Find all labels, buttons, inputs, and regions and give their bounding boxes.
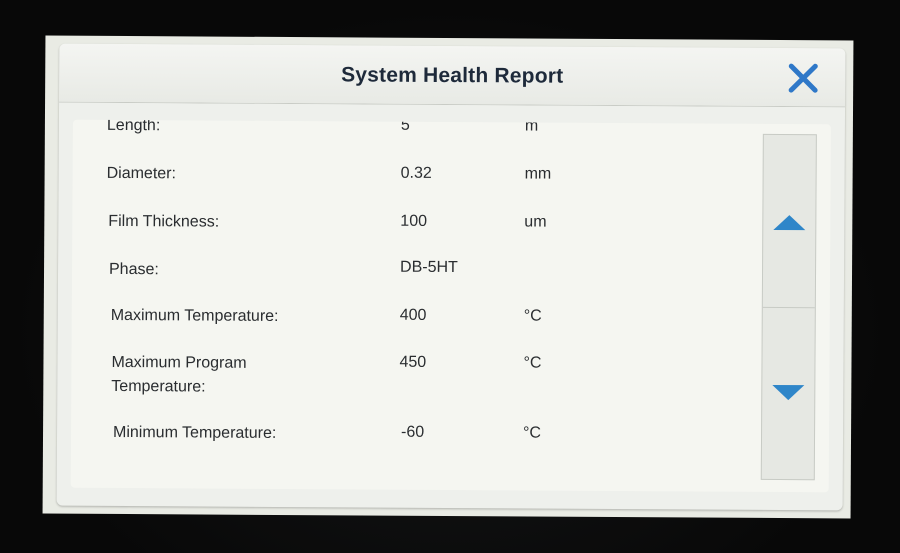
row-value: -60: [400, 423, 425, 441]
row-label: Minimum Temperature:: [112, 423, 277, 442]
row-unit: m: [524, 119, 539, 135]
scrollbar: [760, 133, 817, 481]
row-label: Maximum Program Temperature:: [111, 353, 247, 396]
row-value: 0.32: [400, 164, 432, 182]
row-value: DB-5HT: [400, 258, 458, 277]
report-row-length: Length: 5 m: [73, 120, 753, 135]
scroll-up-button[interactable]: [762, 134, 816, 309]
report-content[interactable]: Length: 5 m Diameter: 0.32 mm Film Thick…: [70, 119, 831, 493]
row-unit: um: [524, 213, 547, 231]
touch-screen: System Health Report Length: 5 m Diamete…: [42, 35, 854, 519]
close-button[interactable]: [783, 58, 823, 98]
row-value: 5: [400, 119, 410, 134]
row-label: Film Thickness:: [108, 212, 220, 231]
dialog-header: System Health Report: [59, 43, 846, 108]
row-unit: °C: [523, 307, 542, 325]
close-icon: [788, 63, 818, 93]
row-label: Length:: [106, 119, 161, 135]
row-unit: °C: [522, 424, 542, 442]
device-bezel: System Health Report Length: 5 m Diamete…: [0, 0, 900, 553]
row-value: 100: [400, 212, 428, 230]
row-value: 400: [399, 306, 427, 324]
triangle-down-icon: [772, 384, 805, 401]
system-health-dialog: System Health Report Length: 5 m Diamete…: [56, 43, 846, 511]
row-label: Phase:: [108, 260, 159, 279]
triangle-up-icon: [773, 214, 806, 231]
row-unit: mm: [524, 165, 552, 183]
scroll-down-button[interactable]: [762, 307, 815, 479]
row-unit: °C: [523, 354, 542, 372]
row-label: Diameter:: [106, 164, 177, 183]
row-label: Maximum Temperature:: [110, 306, 279, 325]
report-rows: Length: 5 m Diameter: 0.32 mm Film Thick…: [71, 120, 753, 492]
dialog-title: System Health Report: [341, 63, 564, 88]
row-value: 450: [399, 353, 427, 371]
